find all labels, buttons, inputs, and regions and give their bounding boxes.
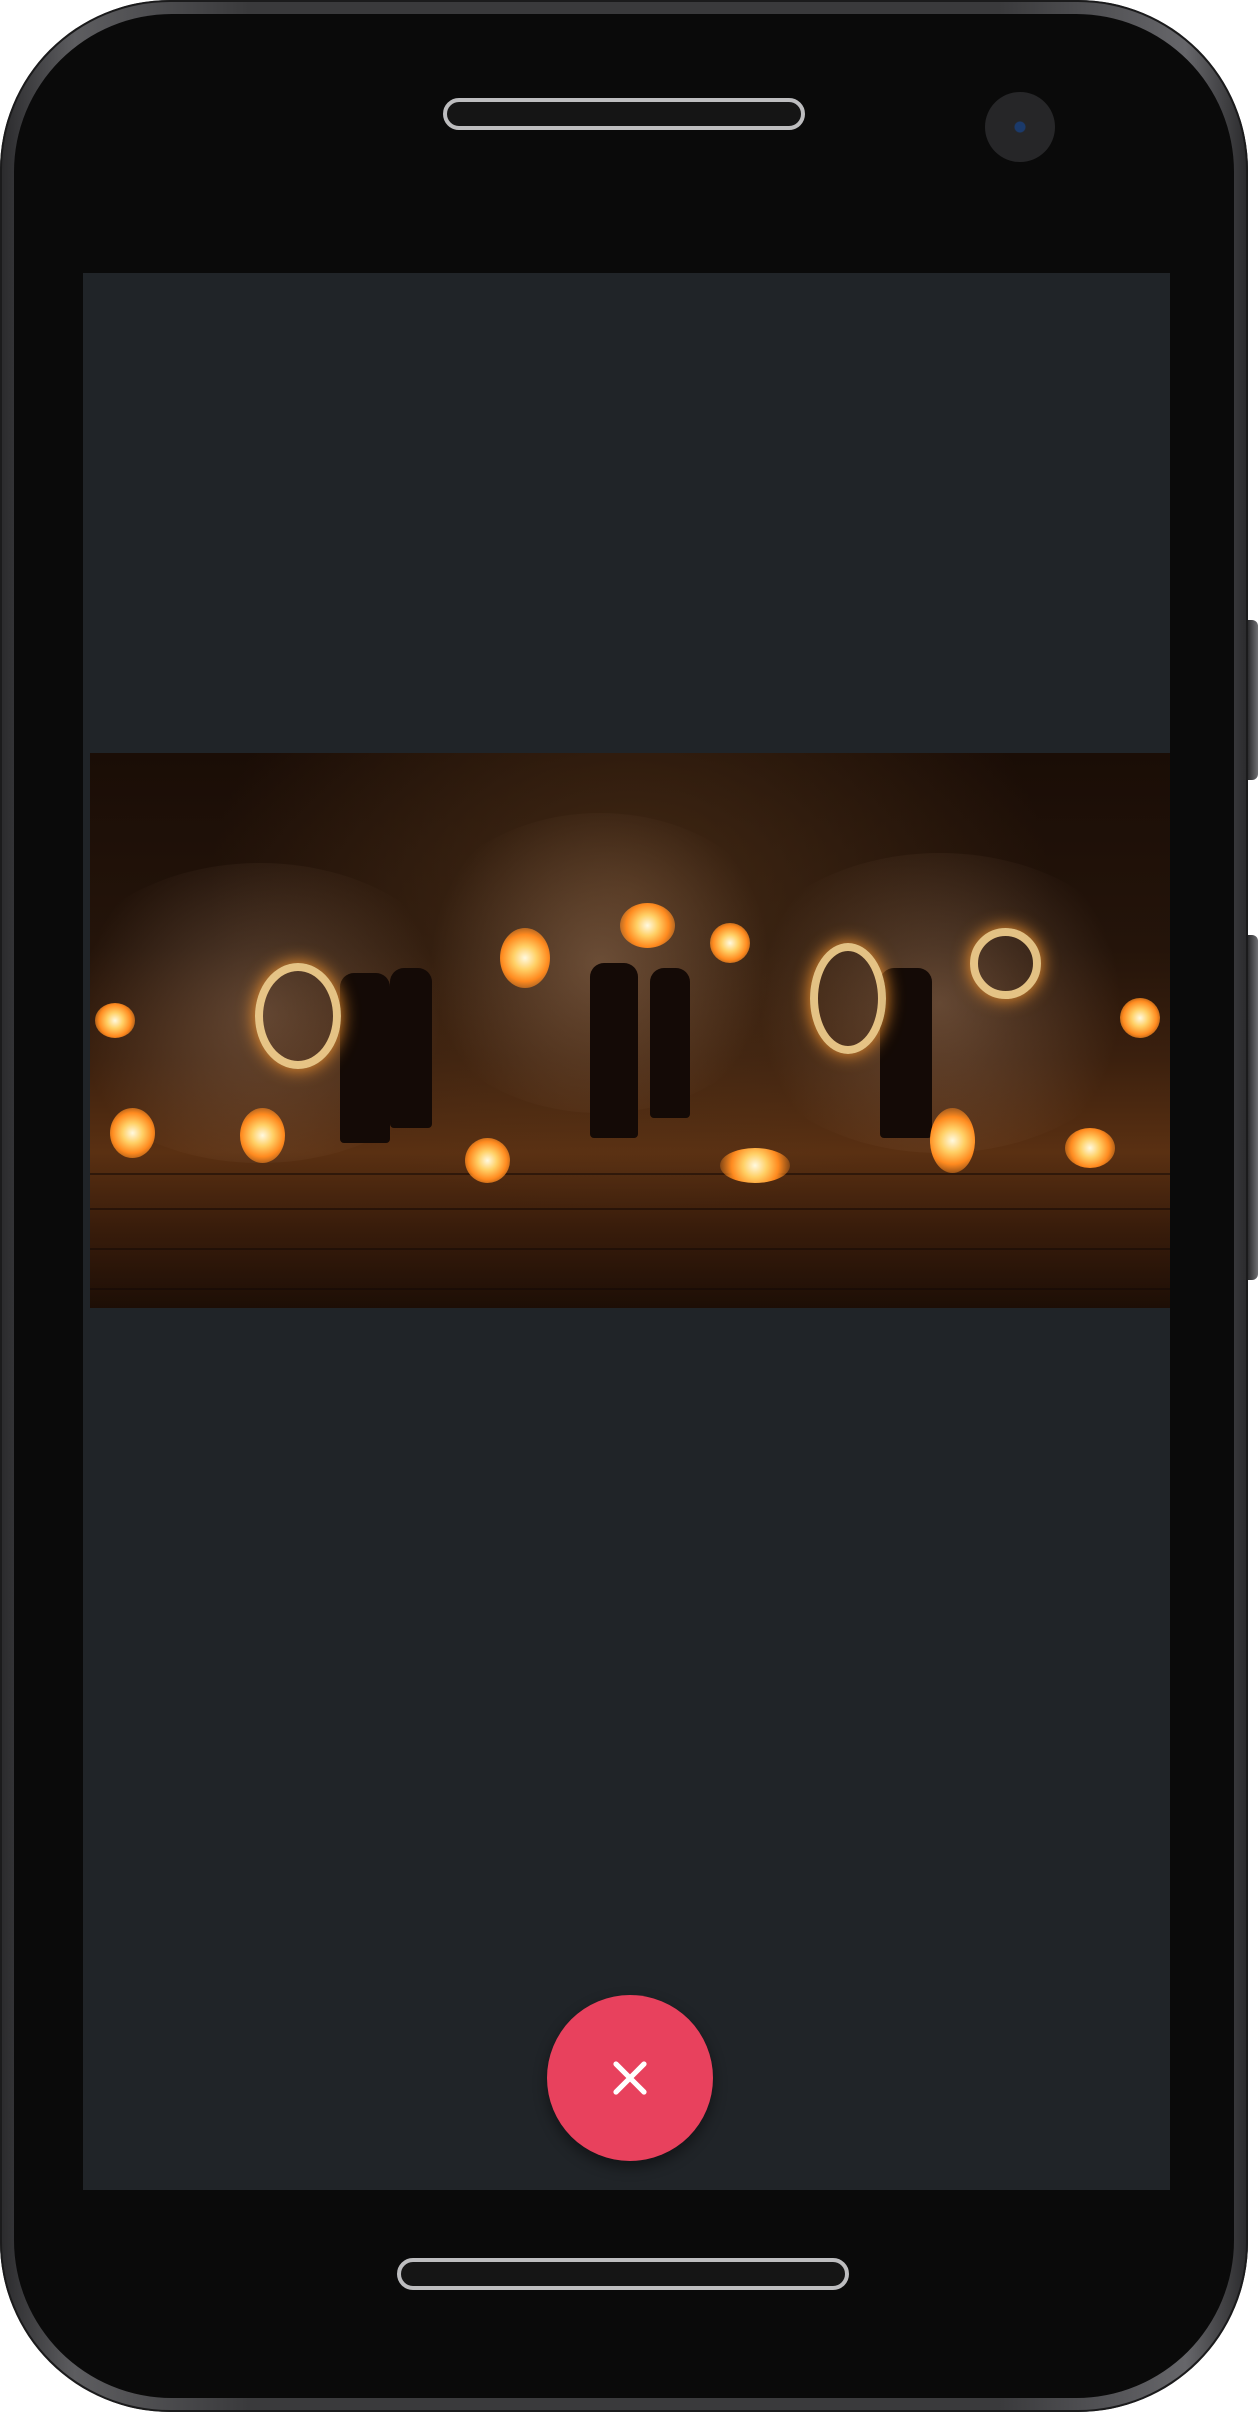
- flame: [720, 1148, 790, 1183]
- flame: [710, 923, 750, 963]
- flame: [930, 1108, 975, 1173]
- close-icon: [613, 2061, 647, 2095]
- screen: [83, 273, 1170, 2190]
- fire-ring: [255, 963, 341, 1069]
- performer: [590, 963, 638, 1138]
- floor-line: [90, 1173, 1170, 1175]
- floor-line: [90, 1248, 1170, 1250]
- bottom-speaker: [397, 2258, 849, 2290]
- fire-ring: [970, 928, 1041, 999]
- phone-device: [0, 0, 1260, 2415]
- smoke-cloud: [730, 853, 1150, 1153]
- close-button[interactable]: [547, 1995, 713, 2161]
- performer: [650, 968, 690, 1118]
- flame: [95, 1003, 135, 1038]
- power-button: [1248, 935, 1258, 1280]
- flame: [1065, 1128, 1115, 1168]
- flame: [110, 1108, 155, 1158]
- performer: [390, 968, 432, 1128]
- flame: [465, 1138, 510, 1183]
- performer: [880, 968, 932, 1138]
- flame: [620, 903, 675, 948]
- fire-ring: [810, 943, 886, 1054]
- front-camera: [985, 92, 1055, 162]
- floor-line: [90, 1288, 1170, 1290]
- flame: [500, 928, 550, 988]
- performer: [340, 973, 390, 1143]
- volume-button: [1248, 620, 1258, 780]
- flame: [240, 1108, 285, 1163]
- floor-line: [90, 1208, 1170, 1210]
- flame: [1120, 998, 1160, 1038]
- video-frame[interactable]: [90, 753, 1170, 1308]
- earpiece-speaker: [443, 98, 805, 130]
